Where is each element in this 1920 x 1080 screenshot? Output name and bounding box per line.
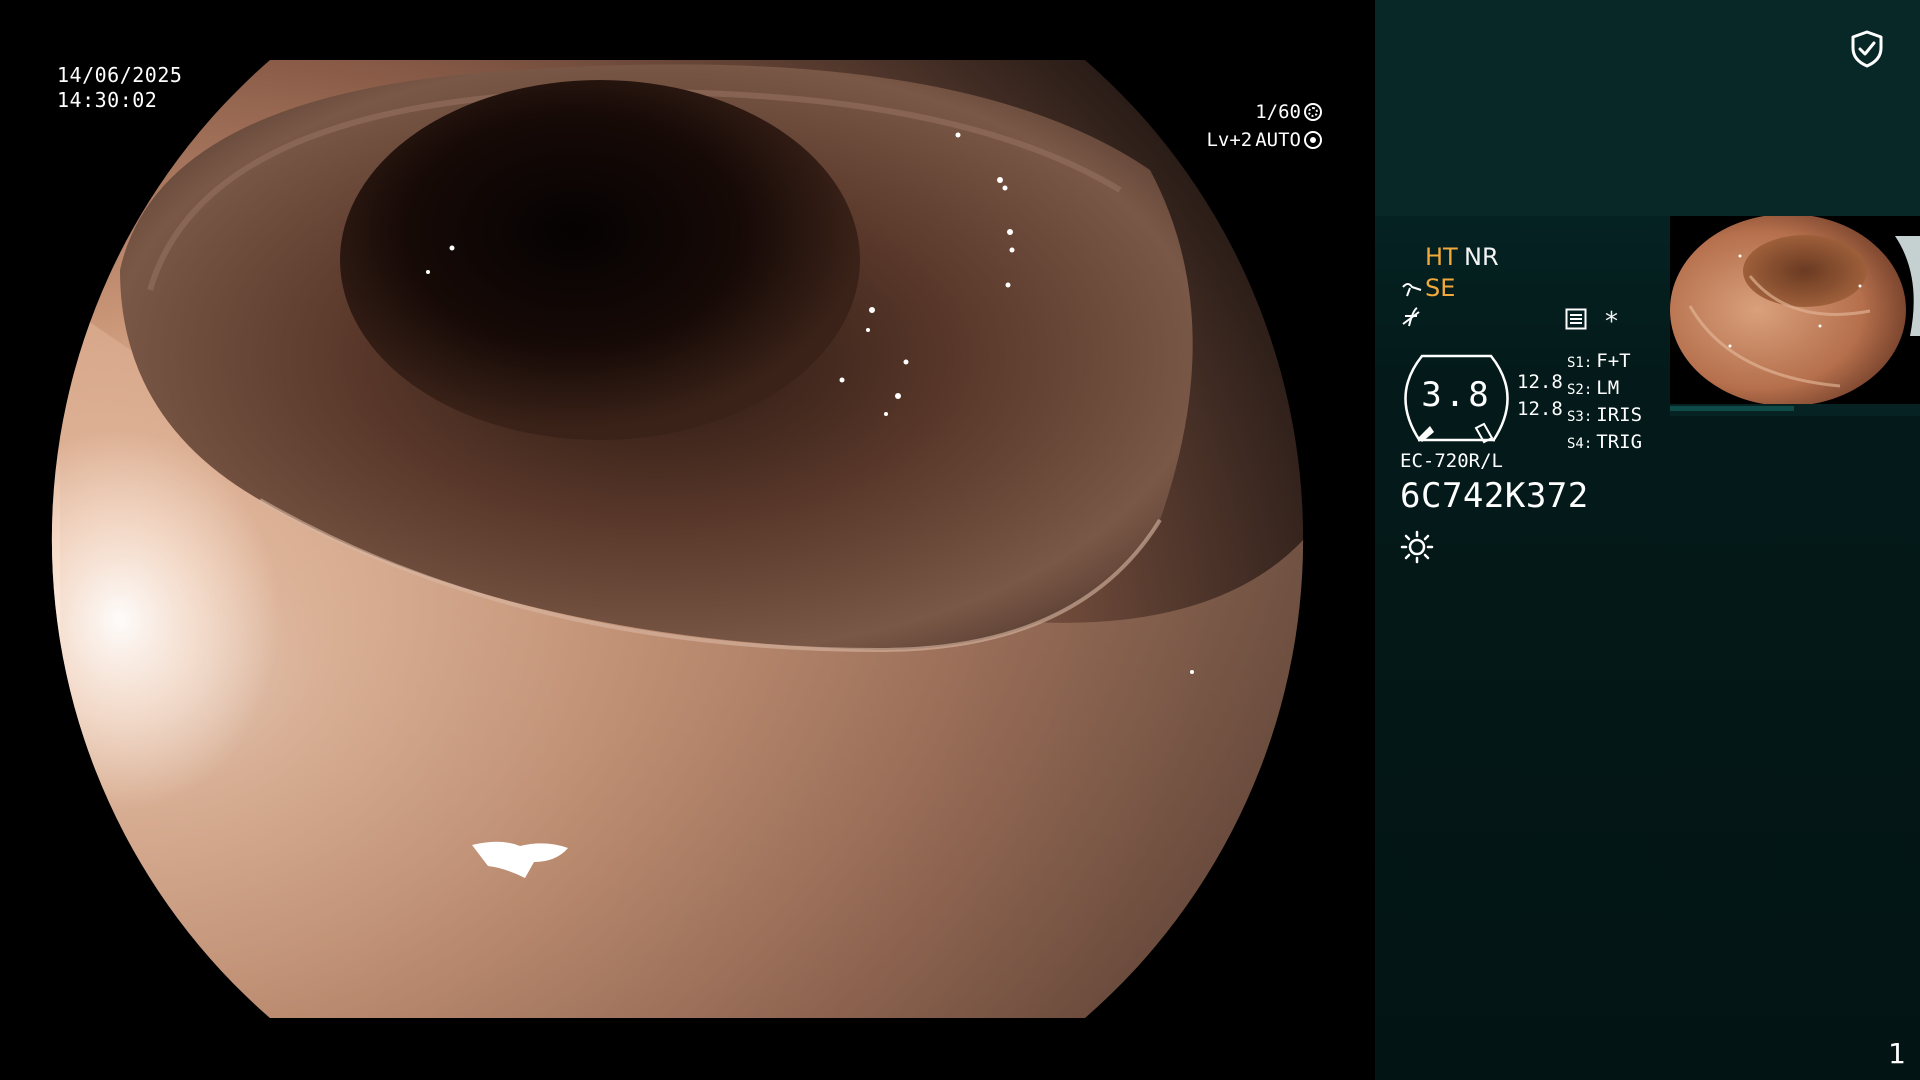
thumbnail-progress-bar [1670, 404, 1920, 416]
status-panel: HT NR SE * 3.8 12.8 12.8 S1: F+T S2: LM S3… [1375, 0, 1920, 1080]
panel-header [1375, 0, 1920, 216]
exam-date: 14/06/2025 [57, 63, 183, 87]
gauge-sub-value-2: 12.8 [1517, 398, 1563, 420]
switch-s2: S2: LM [1567, 377, 1620, 399]
exposure-overlay: 1/60 Lv+2 AUTO [1206, 98, 1322, 154]
brightness-level: Lv+2 [1206, 129, 1253, 151]
gauge-value: 3.8 [1421, 375, 1492, 415]
scope-serial-number: 6C742K372 [1400, 476, 1589, 516]
switch-s1: S1: F+T [1567, 350, 1631, 372]
se-indicator: SE [1425, 274, 1456, 302]
shutter-speed: 1/60 [1255, 101, 1301, 123]
scope-switch-list: S1: F+T S2: LM S3: IRIS S4: TRIG [1567, 349, 1642, 457]
endoscope-live-view: 14/06/2025 14:30:02 1/60 Lv+2 AUTO [0, 0, 1375, 1080]
enhance-curve-icon [1402, 283, 1422, 297]
page-number: 1 [1888, 1037, 1906, 1070]
thumbnail-image [1670, 216, 1920, 404]
switch-s3: S3: IRIS [1567, 404, 1643, 426]
contrast-icon [1402, 307, 1420, 327]
shield-check-icon[interactable] [1850, 30, 1884, 68]
gauge-sub-value-1: 12.8 [1517, 371, 1563, 393]
datetime-overlay: 14/06/2025 14:30:02 [57, 63, 182, 113]
light-sun-icon [1400, 530, 1434, 564]
asterisk-indicator: * [1605, 307, 1618, 337]
shutter-icon [1304, 103, 1322, 121]
nr-indicator: NR [1464, 243, 1499, 271]
endoscope-image [51, 60, 1304, 1018]
exam-time: 14:30:02 [57, 88, 158, 112]
switch-s4: S4: TRIG [1567, 431, 1643, 453]
iris-icon [1304, 131, 1322, 149]
menu-list-icon [1565, 308, 1587, 330]
scope-model: EC-720R/L [1400, 450, 1503, 472]
captured-image-thumbnail[interactable] [1670, 216, 1920, 404]
ht-indicator: HT [1425, 243, 1458, 271]
iris-mode: AUTO [1255, 129, 1301, 151]
